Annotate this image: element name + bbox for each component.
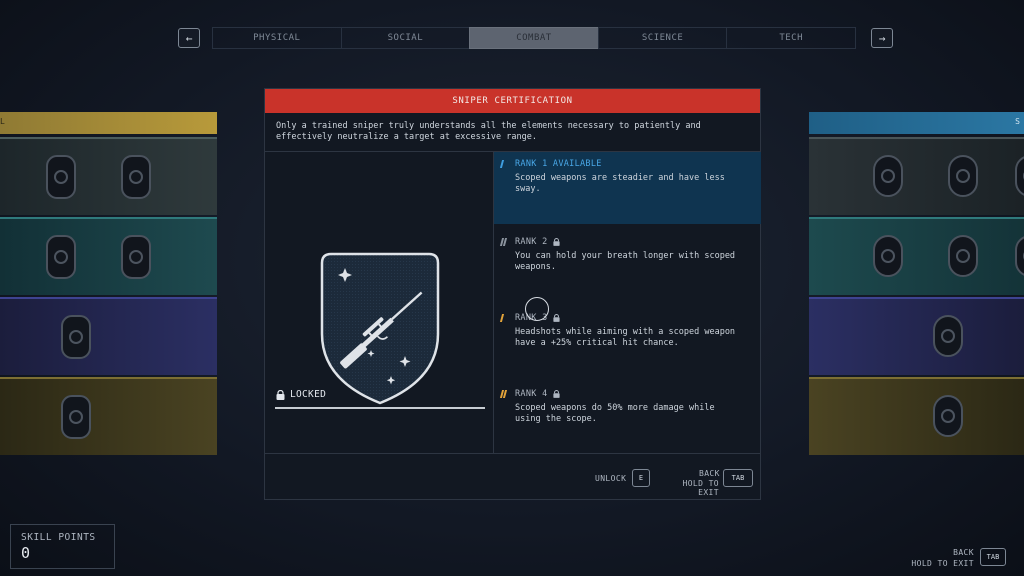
skill-emblem-icon — [941, 409, 955, 423]
dialog-body: LOCKED RANK 1 AVAILABLE Scoped weapons a… — [265, 152, 761, 454]
next-category-button[interactable]: → — [871, 28, 893, 48]
rank-description: Scoped weapons are steadier and have les… — [515, 173, 725, 194]
bottom-hold-to-exit-label: HOLD TO EXIT — [911, 559, 974, 568]
left-skill-row-4 — [0, 377, 217, 455]
left-skill-row-2 — [0, 217, 217, 295]
sniper-rifle-patch-icon — [320, 252, 440, 405]
dialog-footer: UNLOCK E BACK HOLD TO EXIT TAB — [265, 454, 760, 500]
skill-description: Only a trained sniper truly understands … — [265, 113, 760, 152]
arrow-left-icon: ← — [185, 31, 193, 45]
skill-points-label: SKILL POINTS — [21, 532, 96, 543]
skill-category-tabs: PHYSICAL SOCIAL COMBAT SCIENCE TECH — [212, 27, 856, 49]
skill-emblem-icon — [956, 169, 970, 183]
skill-emblem-icon — [54, 170, 68, 184]
tab-physical[interactable]: PHYSICAL — [212, 27, 341, 49]
rank-item-4[interactable]: RANK 4 Scoped weapons do 50% more damage… — [494, 382, 761, 425]
skill-badge[interactable] — [933, 395, 963, 437]
rank-title: RANK 4 — [515, 389, 548, 399]
skill-emblem-icon — [956, 249, 970, 263]
skill-badge[interactable] — [948, 155, 978, 197]
back-button[interactable]: TAB — [723, 469, 753, 487]
skill-emblem-pane: LOCKED — [265, 152, 494, 454]
unlock-button[interactable]: E — [632, 469, 650, 487]
skill-badge[interactable] — [61, 315, 91, 359]
bottom-back-button[interactable]: TAB — [980, 548, 1006, 566]
rank-description: Scoped weapons do 50% more damage while … — [515, 403, 715, 424]
skill-emblem-icon — [129, 250, 143, 264]
skill-badge[interactable] — [1015, 155, 1024, 197]
skill-emblem-icon — [881, 169, 895, 183]
rank-description: Headshots while aiming with a scoped wea… — [515, 327, 736, 348]
left-tree-header: L — [0, 112, 217, 134]
back-label: BACK — [699, 469, 720, 478]
rank-4-marker-icon — [499, 390, 510, 398]
right-skill-row-2 — [809, 217, 1024, 295]
left-skill-row-3 — [0, 297, 217, 375]
skill-badge[interactable] — [948, 235, 978, 277]
right-tree-header: S — [809, 112, 1024, 134]
tab-social[interactable]: SOCIAL — [340, 27, 470, 49]
rank-1-marker-icon — [499, 160, 510, 168]
left-skill-row-1 — [0, 137, 217, 215]
rank-title: RANK 1 AVAILABLE — [515, 159, 602, 169]
skill-badge[interactable] — [1015, 235, 1024, 277]
skill-emblem-icon — [69, 410, 83, 424]
rank-3-marker-icon — [499, 314, 510, 322]
lock-icon — [276, 389, 285, 400]
rank-2-marker-icon — [499, 238, 510, 246]
skill-badge[interactable] — [121, 235, 151, 279]
prev-category-button[interactable]: ← — [178, 28, 200, 48]
skill-emblem-icon — [881, 249, 895, 263]
unlock-label: UNLOCK — [595, 474, 627, 483]
rank-item-1[interactable]: RANK 1 AVAILABLE Scoped weapons are stea… — [494, 152, 761, 224]
lock-status-label: LOCKED — [290, 389, 327, 400]
dialog-title: SNIPER CERTIFICATION — [265, 89, 760, 113]
right-skill-row-1 — [809, 137, 1024, 215]
rank-description: You can hold your breath longer with sco… — [515, 251, 736, 272]
skill-badge[interactable] — [933, 315, 963, 357]
skill-emblem-icon — [941, 329, 955, 343]
lock-icon — [552, 314, 560, 322]
tab-science[interactable]: SCIENCE — [597, 27, 727, 49]
arrow-right-icon: → — [878, 31, 886, 45]
skill-badge[interactable] — [46, 235, 76, 279]
skill-badge[interactable] — [61, 395, 91, 439]
lock-status: LOCKED — [276, 389, 326, 400]
rank-progress-bar — [275, 407, 485, 409]
skill-points-value: 0 — [21, 544, 31, 562]
hold-to-exit-label: HOLD TO EXIT — [682, 479, 719, 497]
rank-list: RANK 1 AVAILABLE Scoped weapons are stea… — [494, 152, 761, 454]
tab-tech[interactable]: TECH — [726, 27, 856, 49]
lock-icon — [552, 390, 560, 398]
tab-combat[interactable]: COMBAT — [469, 27, 598, 49]
skill-badge[interactable] — [121, 155, 151, 199]
cursor-icon — [525, 297, 549, 321]
skill-emblem-icon — [69, 330, 83, 344]
skill-badge[interactable] — [873, 235, 903, 277]
skill-emblem-icon — [129, 170, 143, 184]
skill-badge[interactable] — [873, 155, 903, 197]
skill-emblem-icon — [54, 250, 68, 264]
rank-title: RANK 2 — [515, 237, 548, 247]
rank-item-2[interactable]: RANK 2 You can hold your breath longer w… — [494, 230, 761, 273]
right-skill-row-4 — [809, 377, 1024, 455]
bottom-back-label: BACK — [953, 548, 974, 557]
skill-detail-dialog: SNIPER CERTIFICATION Only a trained snip… — [264, 88, 761, 500]
skill-points-panel: SKILL POINTS 0 — [10, 524, 115, 569]
lock-icon — [552, 238, 560, 246]
skill-badge[interactable] — [46, 155, 76, 199]
right-skill-row-3 — [809, 297, 1024, 375]
